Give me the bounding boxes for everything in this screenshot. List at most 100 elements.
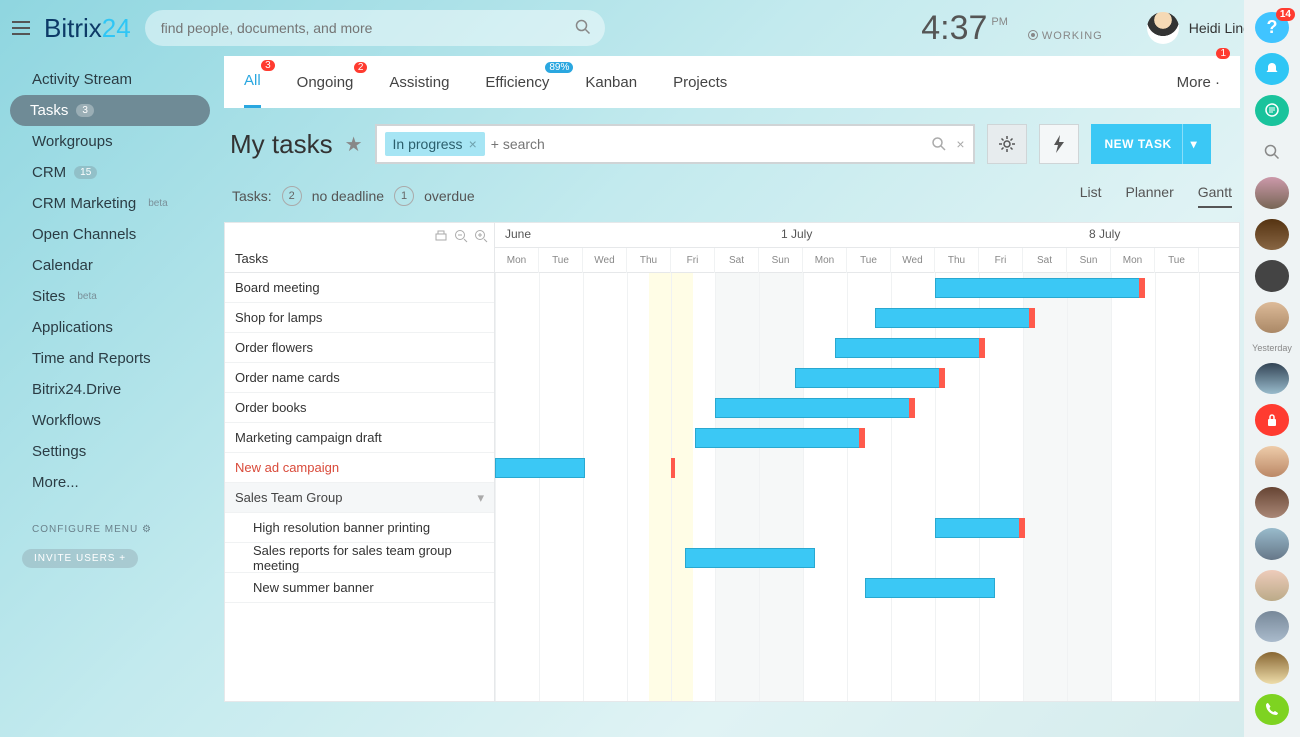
phone-icon[interactable]	[1255, 694, 1289, 725]
task-row[interactable]: Shop for lamps	[225, 303, 494, 333]
filter-chip[interactable]: In progress×	[385, 132, 485, 156]
rail-avatar[interactable]	[1255, 611, 1289, 642]
day-header: Mon	[1111, 248, 1155, 273]
status-text: no deadline	[312, 188, 384, 204]
tab-efficiency[interactable]: Efficiency89%	[485, 58, 549, 107]
sidebar-item-workflows[interactable]: Workflows	[0, 405, 220, 436]
rail-avatar[interactable]	[1255, 446, 1289, 477]
search-icon[interactable]	[932, 137, 946, 151]
filter-search-input[interactable]	[491, 136, 923, 152]
gantt-bar[interactable]	[935, 518, 1025, 538]
star-icon[interactable]: ★	[345, 132, 363, 157]
sidebar-item-settings[interactable]: Settings	[0, 436, 220, 467]
chat-icon[interactable]	[1255, 95, 1289, 126]
sidebar-item-more-[interactable]: More...	[0, 467, 220, 498]
task-row[interactable]: Order flowers	[225, 333, 494, 363]
tab-assisting[interactable]: Assisting	[389, 58, 449, 107]
zoom-in-icon[interactable]	[474, 229, 488, 243]
view-list[interactable]: List	[1080, 184, 1102, 208]
task-row[interactable]: New ad campaign	[225, 453, 494, 483]
gantt-marker	[671, 458, 675, 478]
user-name: Heidi Ling	[1189, 20, 1251, 36]
gantt-bar[interactable]	[875, 308, 1035, 328]
task-row[interactable]: Order books	[225, 393, 494, 423]
new-task-dropdown[interactable]: ▾	[1182, 124, 1198, 164]
gear-icon: ⚙	[142, 524, 152, 535]
task-row[interactable]: Marketing campaign draft	[225, 423, 494, 453]
tasks-column-header: Tasks	[235, 251, 268, 266]
task-row[interactable]: Sales reports for sales team group meeti…	[225, 543, 494, 573]
status-label: Tasks:	[232, 188, 272, 204]
help-button[interactable]: ?14	[1255, 12, 1289, 43]
rail-avatar[interactable]	[1255, 528, 1289, 559]
rail-search-icon[interactable]	[1255, 136, 1289, 167]
sidebar-item-crm-marketing[interactable]: CRM Marketingbeta	[0, 188, 220, 219]
rail-avatar[interactable]	[1255, 302, 1289, 333]
view-planner[interactable]: Planner	[1125, 184, 1173, 208]
task-row[interactable]: New summer banner	[225, 573, 494, 603]
tab-more[interactable]: More ·1	[1177, 58, 1220, 107]
sidebar-item-applications[interactable]: Applications	[0, 312, 220, 343]
lock-icon[interactable]	[1255, 404, 1289, 435]
task-row[interactable]: Board meeting	[225, 273, 494, 303]
bell-icon[interactable]	[1255, 53, 1289, 84]
gantt-bar[interactable]	[795, 368, 945, 388]
sidebar-item-workgroups[interactable]: Workgroups	[0, 126, 220, 157]
rail-avatar[interactable]	[1255, 260, 1289, 291]
hamburger-icon[interactable]	[12, 21, 30, 35]
invite-users-button[interactable]: INVITE USERS +	[22, 549, 138, 568]
chip-remove-icon[interactable]: ×	[469, 136, 477, 152]
chevron-down-icon[interactable]: ▾	[477, 490, 484, 506]
clear-filter-icon[interactable]: ×	[956, 136, 964, 152]
print-icon[interactable]	[434, 229, 448, 243]
sidebar-item-time-and-reports[interactable]: Time and Reports	[0, 343, 220, 374]
rail-avatar[interactable]	[1255, 363, 1289, 394]
task-row[interactable]: Order name cards	[225, 363, 494, 393]
brand-logo[interactable]: Bitrix24	[44, 13, 131, 44]
rail-avatar[interactable]	[1255, 570, 1289, 601]
new-task-button[interactable]: NEW TASK▾	[1091, 124, 1212, 164]
rail-avatar[interactable]	[1255, 652, 1289, 683]
gantt-bar[interactable]	[685, 548, 815, 568]
rail-avatar[interactable]	[1255, 487, 1289, 518]
sidebar-item-open-channels[interactable]: Open Channels	[0, 219, 220, 250]
configure-menu[interactable]: CONFIGURE MENU ⚙	[0, 518, 220, 541]
day-header: Tue	[1155, 248, 1199, 273]
bolt-button[interactable]	[1039, 124, 1079, 164]
task-group-row[interactable]: Sales Team Group▾	[225, 483, 494, 513]
tab-projects[interactable]: Projects	[673, 58, 727, 107]
sidebar-item-calendar[interactable]: Calendar	[0, 250, 220, 281]
sidebar-item-sites[interactable]: Sitesbeta	[0, 281, 220, 312]
sidebar-item-crm[interactable]: CRM15	[0, 157, 220, 188]
global-search-input[interactable]	[145, 10, 605, 46]
global-search[interactable]	[145, 10, 605, 46]
tab-all[interactable]: All3	[244, 56, 261, 108]
tab-kanban[interactable]: Kanban	[585, 58, 637, 107]
rail-avatar[interactable]	[1255, 177, 1289, 208]
settings-button[interactable]	[987, 124, 1027, 164]
gantt-bar[interactable]	[935, 278, 1145, 298]
status-pill[interactable]: 1	[394, 186, 414, 206]
zoom-out-icon[interactable]	[454, 229, 468, 243]
month-label: 1 July	[781, 227, 812, 241]
gantt-bar[interactable]	[495, 458, 585, 478]
task-row[interactable]: High resolution banner printing	[225, 513, 494, 543]
day-header: Tue	[539, 248, 583, 273]
gantt-bar[interactable]	[715, 398, 915, 418]
search-icon[interactable]	[575, 19, 591, 35]
clock-widget[interactable]: 4:37 PM WORKING	[921, 9, 1102, 48]
day-header: Thu	[627, 248, 671, 273]
status-pill[interactable]: 2	[282, 186, 302, 206]
day-header: Wed	[891, 248, 935, 273]
sidebar-item-tasks[interactable]: Tasks3	[10, 95, 210, 126]
sidebar-item-activity-stream[interactable]: Activity Stream	[0, 64, 220, 95]
gantt-bar[interactable]	[865, 578, 995, 598]
gantt-bar[interactable]	[835, 338, 985, 358]
sidebar-item-bitrix24-drive[interactable]: Bitrix24.Drive	[0, 374, 220, 405]
filter-box[interactable]: In progress× ×	[375, 124, 975, 164]
rail-avatar[interactable]	[1255, 219, 1289, 250]
tab-ongoing[interactable]: Ongoing2	[297, 58, 354, 107]
view-gantt[interactable]: Gantt	[1198, 184, 1232, 208]
gantt-bars-area[interactable]	[495, 273, 1239, 702]
gantt-bar[interactable]	[695, 428, 865, 448]
